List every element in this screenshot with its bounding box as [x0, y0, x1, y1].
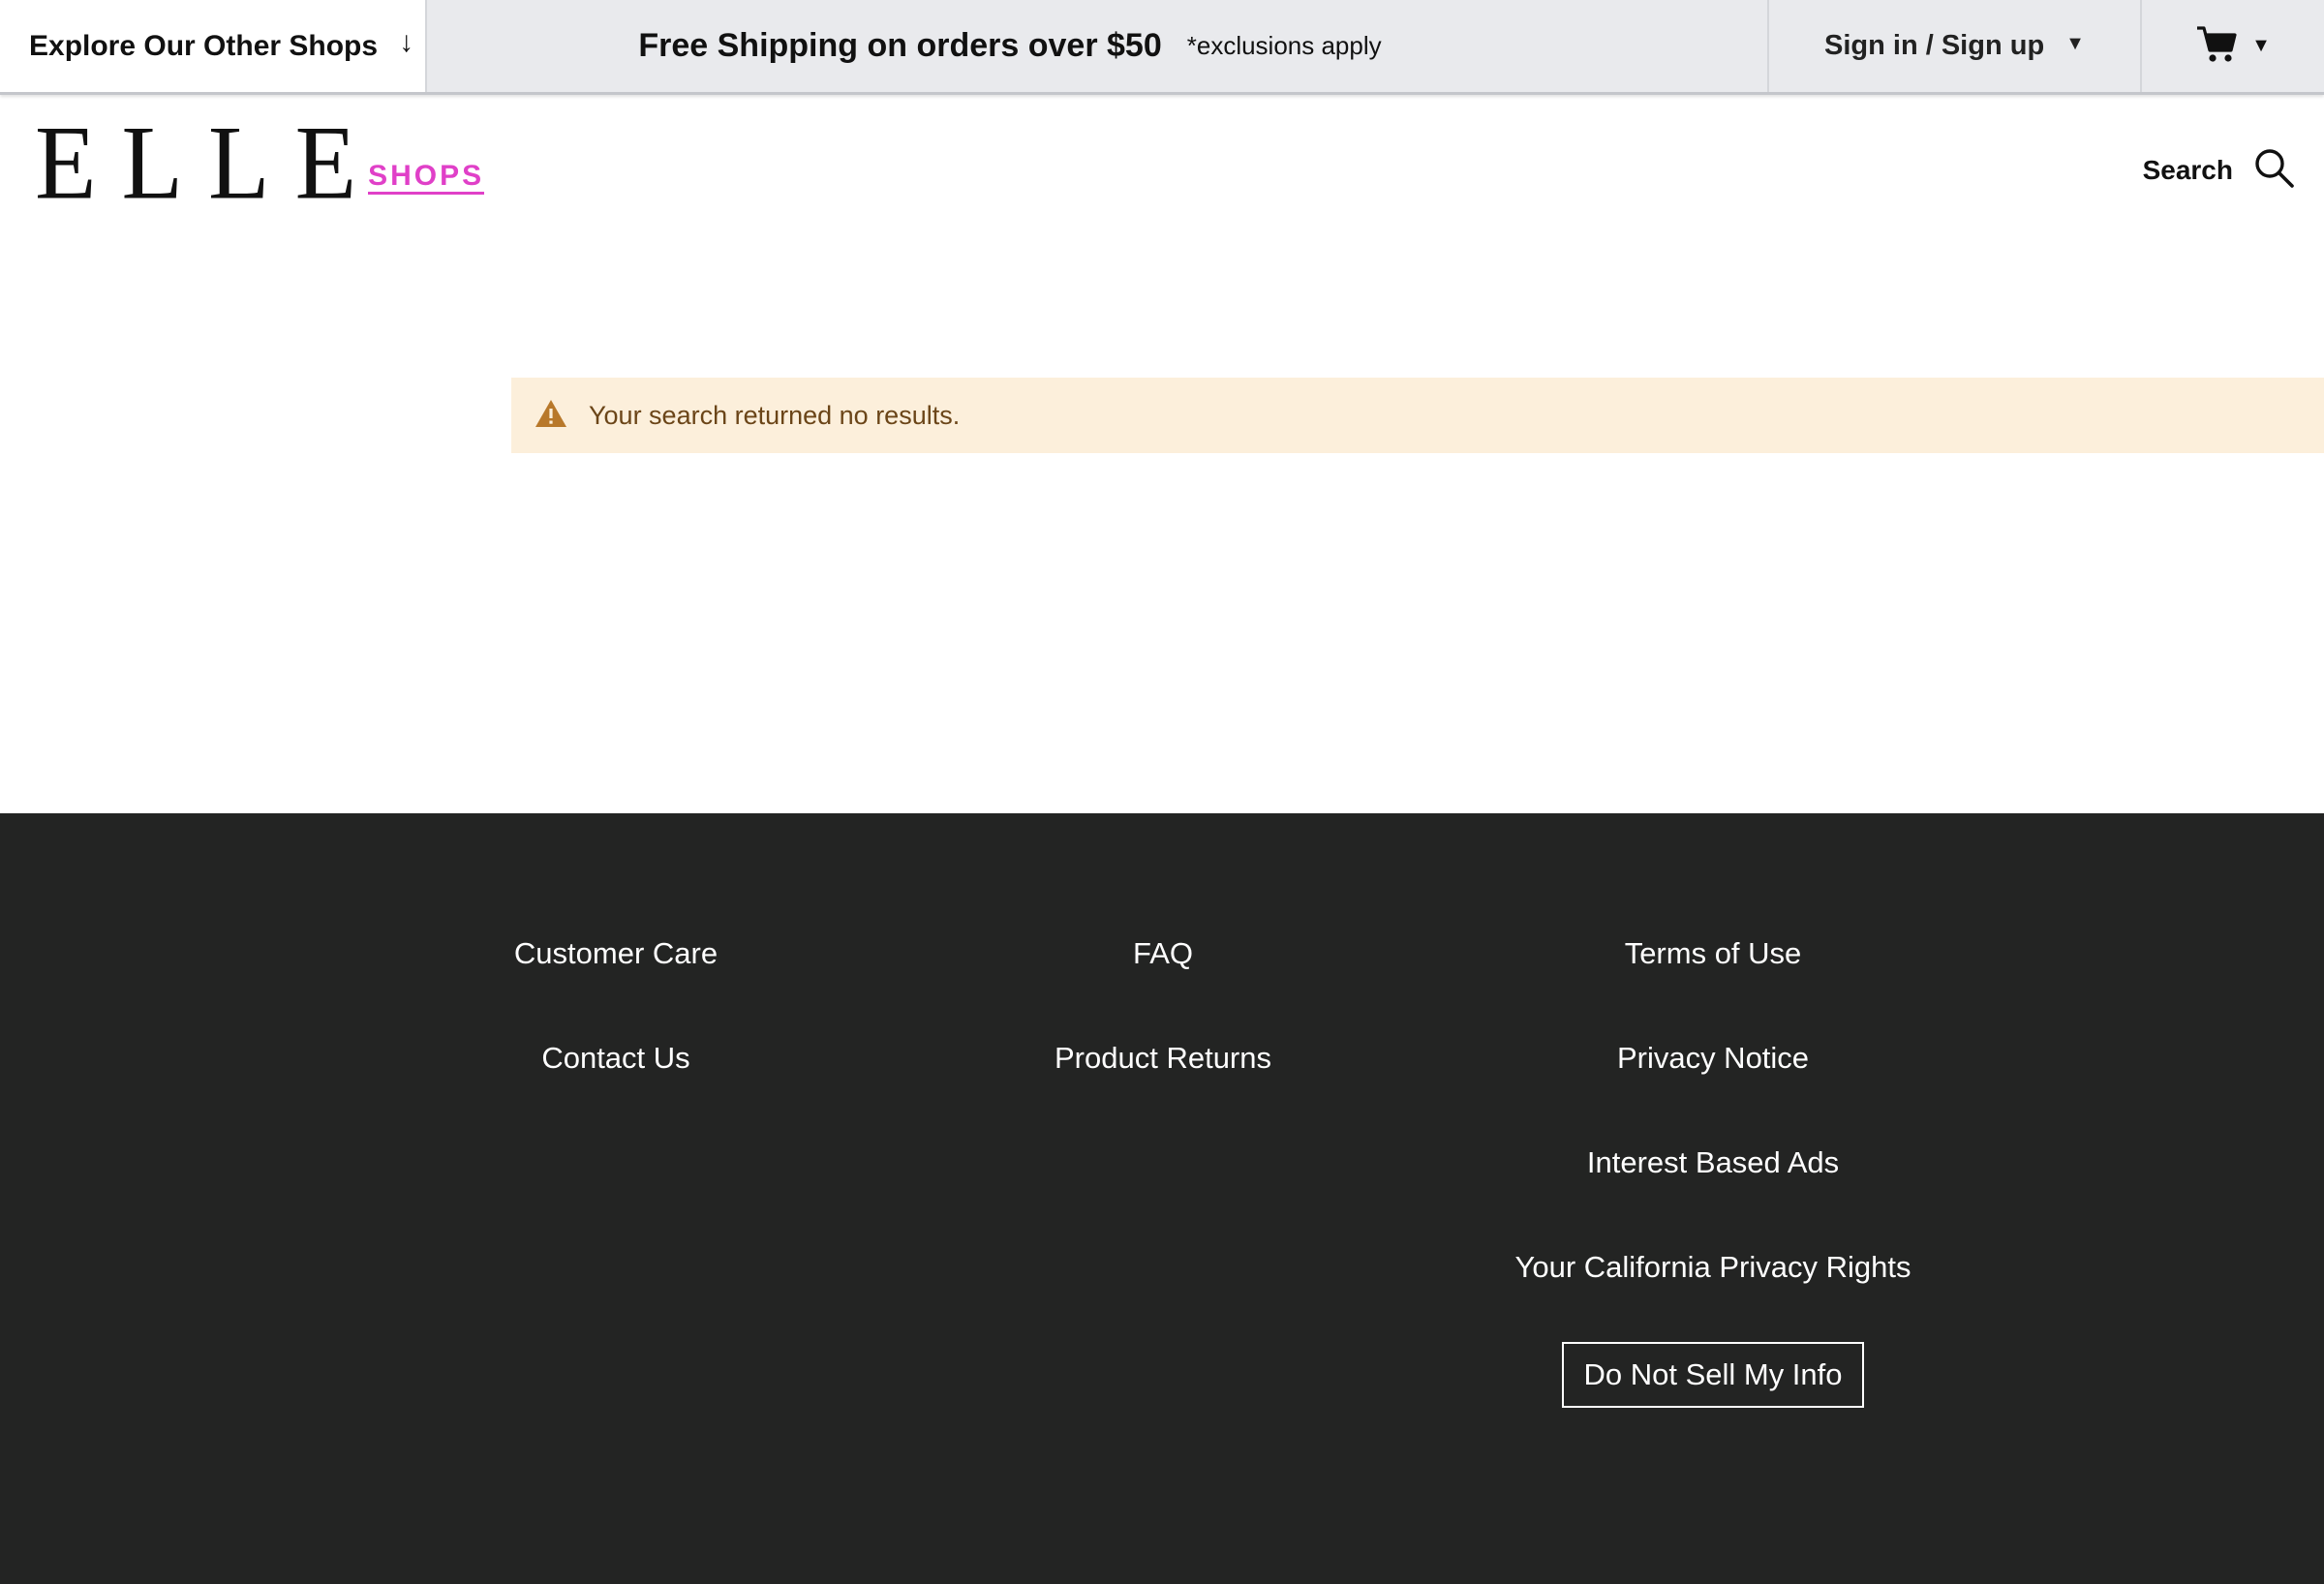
search-icon [2252, 146, 2295, 194]
footer-link-privacy-notice[interactable]: Privacy Notice [1442, 1043, 1984, 1150]
promo-fine-print: *exclusions apply [1186, 31, 1382, 60]
explore-label: Explore Our Other Shops [29, 29, 379, 62]
footer-column-3: Terms of Use Privacy Notice Interest Bas… [1442, 938, 1984, 1425]
no-results-alert: Your search returned no results. [511, 378, 2324, 453]
top-utility-bar: Explore Our Other Shops ↓ Free Shipping … [0, 0, 2324, 95]
warning-icon [535, 399, 567, 433]
caret-down-icon: ▼ [2065, 33, 2085, 54]
caret-down-icon: ▼ [2251, 35, 2271, 56]
footer-link-customer-care[interactable]: Customer Care [345, 938, 887, 1046]
arrow-down-icon: ↓ [399, 25, 414, 58]
footer-link-terms-of-use[interactable]: Terms of Use [1442, 938, 1984, 1046]
alert-message: Your search returned no results. [589, 400, 961, 430]
site-header: ELLE SHOPS Search [0, 98, 2324, 243]
footer-link-product-returns[interactable]: Product Returns [892, 1043, 1434, 1150]
promo-text: Free Shipping on orders over $50 [638, 27, 1162, 64]
sign-in-label: Sign in / Sign up [1824, 30, 2045, 61]
logo-wordmark: ELLE [35, 105, 382, 222]
search-label: Search [2142, 154, 2233, 185]
footer-link-faq[interactable]: FAQ [892, 938, 1434, 1046]
footer-link-contact-us[interactable]: Contact Us [345, 1043, 887, 1150]
cart-button[interactable]: ▼ [2140, 0, 2324, 92]
elle-shops-logo[interactable]: ELLE SHOPS [35, 105, 485, 222]
cart-icon [2195, 24, 2238, 68]
footer-link-interest-based-ads[interactable]: Interest Based Ads [1442, 1147, 1984, 1255]
sign-in-button[interactable]: Sign in / Sign up ▼ [1767, 0, 2140, 92]
explore-other-shops-button[interactable]: Explore Our Other Shops ↓ [0, 0, 427, 92]
logo-subtitle: SHOPS [368, 162, 485, 195]
do-not-sell-button[interactable]: Do Not Sell My Info [1562, 1342, 1864, 1408]
search-button[interactable]: Search [2143, 146, 2295, 194]
footer-column-2: FAQ Product Returns [892, 938, 1434, 1150]
site-footer: Customer Care Contact Us FAQ Product Ret… [0, 813, 2324, 1584]
footer-column-1: Customer Care Contact Us [345, 938, 887, 1150]
promo-banner: Free Shipping on orders over $50 *exclus… [427, 0, 1767, 92]
